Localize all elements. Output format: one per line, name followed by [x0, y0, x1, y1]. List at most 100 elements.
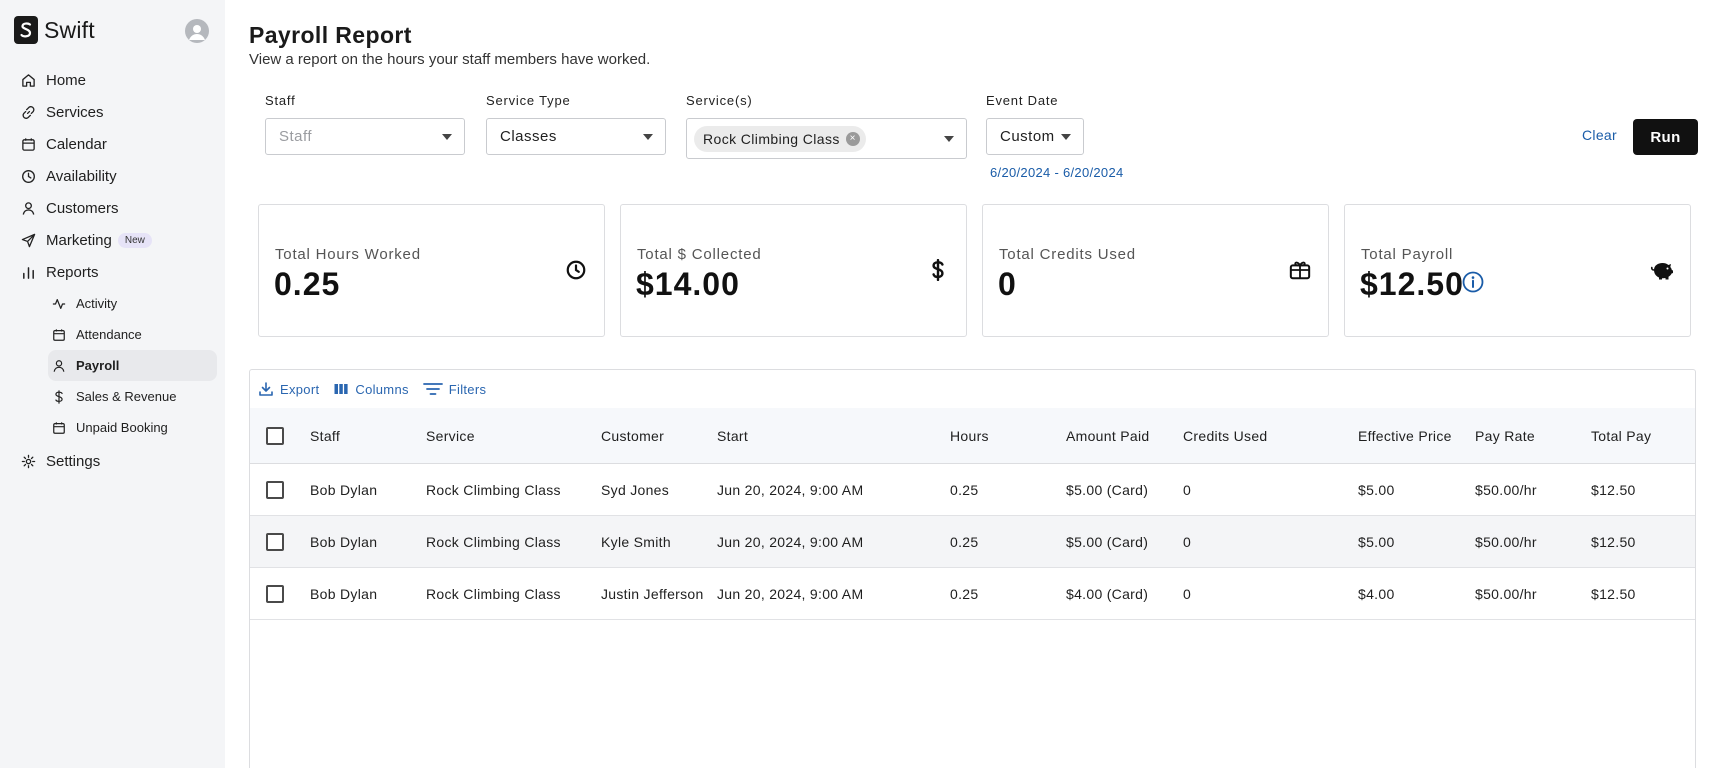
cell-effective-price: $4.00	[1358, 585, 1395, 602]
table-row[interactable]: Bob Dylan Rock Climbing Class Syd Jones …	[250, 464, 1695, 516]
cell-customer: Kyle Smith	[601, 533, 671, 550]
sidebar-item-services[interactable]: Services	[0, 96, 225, 128]
columns-button[interactable]: Columns	[333, 381, 408, 397]
columns-label: Columns	[355, 381, 409, 397]
column-header-customer[interactable]: Customer	[601, 408, 711, 463]
info-icon[interactable]	[1461, 270, 1485, 294]
sidebar-item-marketing[interactable]: Marketing New	[0, 224, 225, 256]
sidebar-item-availability[interactable]: Availability	[0, 160, 225, 192]
service-type-select[interactable]: Classes	[486, 118, 666, 155]
calendar-icon	[52, 421, 66, 435]
sidebar-subitem-label: Unpaid Booking	[76, 420, 168, 435]
cell-hours: 0.25	[950, 481, 979, 498]
sidebar-item-customers[interactable]: Customers	[0, 192, 225, 224]
column-header-pay-rate[interactable]: Pay Rate	[1475, 408, 1585, 463]
brand-logo[interactable]: Swift	[14, 16, 95, 44]
date-range-link[interactable]: 6/20/2024 - 6/20/2024	[990, 165, 1124, 180]
card-value: 0	[998, 266, 1017, 302]
column-header-hours[interactable]: Hours	[950, 408, 1060, 463]
gift-card-icon	[1288, 258, 1312, 282]
row-checkbox[interactable]	[266, 532, 284, 551]
cell-amount-paid: $4.00 (Card)	[1066, 585, 1149, 602]
payroll-table: Export Columns Filters Staff Service Cus…	[249, 369, 1696, 768]
cell-service: Rock Climbing Class	[426, 481, 561, 498]
sidebar-subitem-attendance[interactable]: Attendance	[0, 319, 217, 350]
cell-effective-price: $5.00	[1358, 533, 1395, 550]
table-row[interactable]: Bob Dylan Rock Climbing Class Justin Jef…	[250, 568, 1695, 620]
run-button[interactable]: Run	[1633, 119, 1698, 155]
remove-chip-icon[interactable]: ×	[845, 131, 860, 146]
user-icon	[52, 359, 66, 373]
select-all-checkbox[interactable]	[266, 426, 284, 445]
service-chip: Rock Climbing Class ×	[694, 125, 866, 152]
sidebar-item-label: Availability	[46, 167, 117, 185]
row-checkbox[interactable]	[266, 584, 284, 603]
chevron-down-icon	[1061, 134, 1071, 140]
column-header-total-pay[interactable]: Total Pay	[1591, 408, 1691, 463]
column-header-credits-used[interactable]: Credits Used	[1183, 408, 1353, 463]
sidebar-item-label: Reports	[46, 263, 99, 281]
cell-staff: Bob Dylan	[310, 585, 378, 602]
filters-label: Filters	[448, 381, 487, 397]
chevron-down-icon	[643, 134, 653, 140]
cell-service: Rock Climbing Class	[426, 533, 561, 550]
cell-credits-used: 0	[1183, 585, 1192, 602]
cell-pay-rate: $50.00/hr	[1475, 481, 1537, 498]
table-row[interactable]: Bob Dylan Rock Climbing Class Kyle Smith…	[250, 516, 1695, 568]
new-badge: New	[117, 232, 152, 248]
bar-chart-icon	[20, 264, 36, 280]
sidebar-subitem-unpaid-booking[interactable]: Unpaid Booking	[0, 412, 217, 443]
sidebar-item-label: Marketing	[46, 231, 112, 249]
cell-start: Jun 20, 2024, 9:00 AM	[717, 481, 864, 498]
sidebar-item-reports[interactable]: Reports	[0, 256, 225, 288]
clear-button[interactable]: Clear	[1582, 127, 1617, 143]
filters-button[interactable]: Filters	[422, 381, 487, 397]
event-date-select[interactable]: Custom	[986, 118, 1084, 155]
card-label: Total Credits Used	[999, 246, 1136, 263]
sidebar-item-home[interactable]: Home	[0, 64, 225, 96]
column-header-effective-price[interactable]: Effective Price	[1358, 408, 1468, 463]
gear-icon	[20, 453, 36, 469]
row-checkbox[interactable]	[266, 480, 284, 499]
card-value: $12.50	[1360, 266, 1464, 302]
page-subtitle: View a report on the hours your staff me…	[249, 51, 651, 68]
cell-amount-paid: $5.00 (Card)	[1066, 533, 1149, 550]
service-type-label: Service Type	[486, 93, 571, 108]
export-button[interactable]: Export	[258, 381, 319, 397]
column-header-service[interactable]: Service	[426, 408, 596, 463]
cell-staff: Bob Dylan	[310, 533, 378, 550]
staff-select[interactable]: Staff	[265, 118, 465, 155]
sidebar-subitem-activity[interactable]: Activity	[0, 288, 217, 319]
card-label: Total Hours Worked	[275, 246, 421, 263]
sidebar: Swift Home Services Calendar Availabilit…	[0, 0, 225, 768]
calendar-check-icon	[52, 328, 66, 342]
column-header-staff[interactable]: Staff	[310, 408, 420, 463]
cell-total-pay: $12.50	[1591, 585, 1636, 602]
services-multiselect[interactable]: Rock Climbing Class ×	[686, 118, 967, 159]
sidebar-subitem-sales-revenue[interactable]: Sales & Revenue	[0, 381, 217, 412]
cell-pay-rate: $50.00/hr	[1475, 533, 1537, 550]
cell-credits-used: 0	[1183, 533, 1192, 550]
sidebar-item-settings[interactable]: Settings	[0, 445, 225, 477]
service-chip-label: Rock Climbing Class	[703, 130, 840, 147]
staff-filter-label: Staff	[265, 93, 296, 108]
cell-pay-rate: $50.00/hr	[1475, 585, 1537, 602]
clock-icon	[564, 258, 588, 282]
summary-card-collected: Total $ Collected $14.00	[620, 204, 967, 337]
event-date-label: Event Date	[986, 93, 1059, 108]
cell-effective-price: $5.00	[1358, 481, 1395, 498]
column-header-start[interactable]: Start	[717, 408, 942, 463]
sidebar-item-calendar[interactable]: Calendar	[0, 128, 225, 160]
link-icon	[20, 104, 36, 120]
card-value: 0.25	[274, 266, 341, 302]
cell-staff: Bob Dylan	[310, 481, 378, 498]
sidebar-subitem-label: Attendance	[76, 327, 142, 342]
avatar[interactable]	[185, 19, 209, 43]
summary-card-hours: Total Hours Worked 0.25	[258, 204, 605, 337]
clock-icon	[20, 168, 36, 184]
column-header-amount-paid[interactable]: Amount Paid	[1066, 408, 1178, 463]
sidebar-item-label: Settings	[46, 452, 101, 470]
sidebar-subitem-payroll[interactable]: Payroll	[48, 350, 217, 381]
sidebar-subitem-label: Payroll	[76, 358, 120, 373]
sidebar-item-label: Calendar	[46, 135, 107, 153]
